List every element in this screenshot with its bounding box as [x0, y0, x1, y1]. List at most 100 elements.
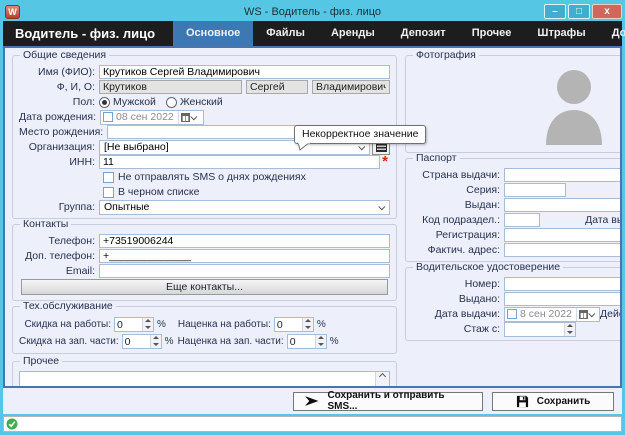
gender-male-radio[interactable] [99, 97, 110, 108]
fio-label: Ф, И, О: [19, 81, 99, 93]
series-input[interactable] [504, 183, 566, 197]
license-legend: Водительское удостоверение [413, 262, 563, 273]
work-markup-label: Наценка на работы: [170, 319, 274, 330]
division-date-row: Код подраздел.: Дата выдачи: 08 сен 2022 [412, 213, 622, 227]
scrollbar[interactable] [375, 372, 389, 388]
parts-markup-value: 0 [288, 335, 315, 348]
page-title: Водитель - физ. лицо [3, 21, 173, 46]
spin-down-icon[interactable] [143, 324, 153, 331]
footer-bar: Сохранить и отправить SMS... Сохранить [3, 388, 622, 414]
birth-date-picker[interactable]: 08 сен 2022 [100, 110, 204, 125]
calendar-icon[interactable] [178, 111, 199, 124]
division-code-input[interactable] [504, 213, 540, 227]
license-issue-date-checkbox[interactable] [507, 309, 517, 319]
percent-sign: % [157, 319, 166, 330]
group-row: Группа: Опытные [19, 200, 390, 214]
actual-address-input[interactable] [504, 243, 622, 257]
blacklist-label[interactable]: В черном списке [118, 186, 199, 198]
misc-group: Прочее [12, 361, 397, 388]
spin-down-icon[interactable] [565, 329, 575, 336]
service-legend: Тех.обслуживание [20, 301, 116, 312]
scroll-up-icon[interactable] [379, 373, 386, 380]
registration-label: Регистрация: [412, 229, 504, 241]
issued-by-input[interactable] [504, 198, 622, 212]
license-issue-date-picker[interactable]: 8 сен 2022 [504, 307, 600, 322]
registration-input[interactable] [504, 228, 622, 242]
spin-down-icon[interactable] [316, 341, 326, 348]
name-label: Имя (ФИО): [19, 66, 99, 78]
tab-dolgi[interactable]: Долги [599, 21, 625, 46]
gender-female-label[interactable]: Женский [180, 96, 223, 108]
floppy-icon [516, 395, 529, 408]
service-group: Тех.обслуживание Скидка на работы: 0 % Н… [12, 306, 397, 354]
issued-by-row: Выдан: [412, 198, 622, 212]
parts-markup-spinner[interactable]: 0 [287, 334, 327, 349]
tab-osnovnoe[interactable]: Основное [173, 21, 253, 46]
birth-date-checkbox[interactable] [103, 112, 113, 122]
experience-value [505, 323, 564, 336]
status-ok-icon [6, 418, 18, 430]
gender-female-radio[interactable] [166, 97, 177, 108]
name-row: Имя (ФИО): [19, 65, 390, 79]
country-row: Страна выдачи: [412, 168, 622, 182]
phone-input[interactable] [99, 234, 390, 248]
minimize-button[interactable]: – [544, 4, 566, 19]
tab-fayly[interactable]: Файлы [253, 21, 318, 46]
spin-down-icon[interactable] [303, 324, 313, 331]
series-label: Серия: [412, 184, 504, 196]
gender-male-label[interactable]: Мужской [113, 96, 156, 108]
save-button[interactable]: Сохранить [492, 392, 614, 411]
work-markup-spinner[interactable]: 0 [274, 317, 314, 332]
blacklist-checkbox[interactable] [103, 187, 114, 198]
more-contacts-button[interactable]: Еще контакты... [21, 279, 388, 295]
misc-text[interactable] [20, 372, 375, 388]
passport-legend: Паспорт [413, 153, 460, 164]
spin-down-icon[interactable] [151, 341, 161, 348]
contacts-legend: Контакты [20, 219, 71, 230]
license-issue-date-value: 8 сен 2022 [520, 308, 576, 320]
tab-shtrafy[interactable]: Штрафы [524, 21, 598, 46]
license-issued-input[interactable] [504, 292, 622, 306]
no-sms-checkbox[interactable] [103, 172, 114, 183]
service-row-2: Скидка на зап. части: 0 % Наценка на зап… [19, 333, 390, 349]
registration-row: Регистрация: [412, 228, 622, 242]
alt-phone-input[interactable] [99, 249, 390, 263]
name-input[interactable] [99, 65, 390, 79]
alt-phone-row: Доп. телефон: [19, 249, 390, 263]
last-name-input [99, 80, 242, 94]
photo-group: Фотография [405, 55, 622, 153]
parts-discount-value: 0 [123, 335, 150, 348]
birth-date-value: 08 сен 2022 [116, 111, 178, 123]
inn-input[interactable] [99, 155, 380, 169]
parts-discount-spinner[interactable]: 0 [122, 334, 162, 349]
tab-prochee[interactable]: Прочее [459, 21, 525, 46]
passport-group: Паспорт Страна выдачи: Серия: Номер: Выд… [405, 158, 622, 262]
actual-address-row: Фактич. адрес: [412, 243, 622, 257]
license-number-input[interactable] [504, 277, 622, 291]
division-code-label: Код подраздел.: [412, 214, 504, 226]
parts-markup-label: Наценка на зап. части: [178, 336, 287, 347]
calendar-icon[interactable] [576, 308, 597, 321]
tab-depozit[interactable]: Депозит [388, 21, 459, 46]
work-discount-spinner[interactable]: 0 [114, 317, 154, 332]
inn-label: ИНН: [19, 156, 99, 168]
actual-address-label: Фактич. адрес: [412, 244, 504, 256]
tooltip-tail [297, 142, 311, 151]
no-sms-row: Не отправлять SMS о днях рождениях [103, 170, 390, 184]
no-sms-label[interactable]: Не отправлять SMS о днях рождениях [118, 171, 306, 183]
tab-arendy[interactable]: Аренды [318, 21, 388, 46]
maximize-button[interactable]: □ [568, 4, 590, 19]
country-input[interactable] [504, 168, 622, 182]
organization-label: Организация: [19, 141, 99, 153]
experience-spinner[interactable] [504, 322, 576, 337]
misc-textarea[interactable] [19, 371, 390, 388]
percent-sign: % [317, 319, 326, 330]
group-select[interactable]: Опытные [99, 200, 390, 215]
first-name-input [246, 80, 308, 94]
email-input[interactable] [99, 264, 390, 278]
license-number-row: Номер: [412, 277, 622, 291]
save-and-send-sms-button[interactable]: Сохранить и отправить SMS... [293, 392, 483, 411]
close-button[interactable]: x [592, 4, 622, 19]
gender-row: Пол: Мужской Женский [19, 95, 390, 109]
contacts-group: Контакты Телефон: Доп. телефон: Email: Е… [12, 224, 397, 301]
